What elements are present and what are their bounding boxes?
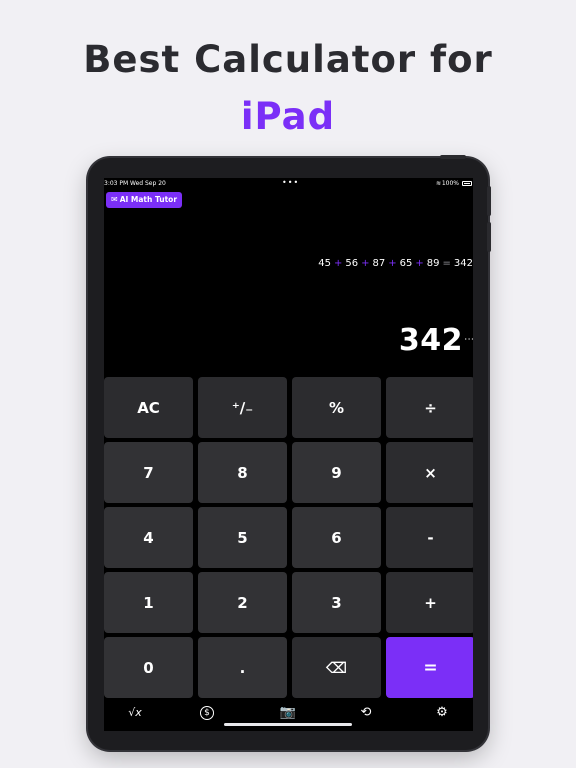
multitasking-dots[interactable]: ••• <box>282 178 299 187</box>
status-bar: 3:03 PM Wed Sep 20 ••• ≋ 100% <box>104 178 473 190</box>
currency-icon[interactable]: $ <box>200 706 214 720</box>
expression-history: 45 +56 +87 +65 +89 = 342 <box>318 258 473 269</box>
digit-7-button[interactable]: 7 <box>104 442 193 503</box>
bottom-toolbar: √x $ 📷 ⟲ ⚙ <box>104 700 473 731</box>
digit-0-button[interactable]: 0 <box>104 637 193 698</box>
digit-4-button[interactable]: 4 <box>104 507 193 568</box>
divide-button[interactable]: ÷ <box>386 377 473 438</box>
subtract-button[interactable]: - <box>386 507 473 568</box>
backspace-button[interactable]: ⌫ <box>292 637 381 698</box>
expression-operator: + <box>388 258 397 269</box>
expression-operator: + <box>361 258 370 269</box>
wifi-icon: ≋ <box>435 180 441 187</box>
history-icon[interactable]: ⟲ <box>355 704 377 722</box>
clear-button[interactable]: AC <box>104 377 193 438</box>
status-date: Wed Sep 20 <box>130 180 166 187</box>
digit-6-button[interactable]: 6 <box>292 507 381 568</box>
ipad-frame: 3:03 PM Wed Sep 20 ••• ≋ 100% ✉ AI Math T… <box>88 155 491 750</box>
digit-2-button[interactable]: 2 <box>198 572 287 633</box>
chat-bubbles-icon: ✉ <box>111 195 118 204</box>
expression-number: 45 <box>318 258 332 269</box>
digit-8-button[interactable]: 8 <box>198 442 287 503</box>
more-options-icon[interactable]: ⋮ <box>463 334 473 344</box>
home-indicator <box>224 723 352 726</box>
equals-button[interactable]: = <box>386 637 473 698</box>
digit-9-button[interactable]: 9 <box>292 442 381 503</box>
volume-down-button <box>487 222 491 252</box>
expression-number: 89 <box>426 258 440 269</box>
ai-math-tutor-label: AI Math Tutor <box>119 195 178 204</box>
calculator-screen: 3:03 PM Wed Sep 20 ••• ≋ 100% ✉ AI Math T… <box>104 178 473 731</box>
status-time: 3:03 PM <box>104 180 129 187</box>
percent-button[interactable]: % <box>292 377 381 438</box>
square-root-icon[interactable]: √x <box>124 704 146 722</box>
settings-icon[interactable]: ⚙ <box>431 704 453 722</box>
power-button <box>440 155 466 159</box>
expression-number: 56 <box>345 258 359 269</box>
expression-number: 342 <box>453 258 473 269</box>
digit-5-button[interactable]: 5 <box>198 507 287 568</box>
digit-3-button[interactable]: 3 <box>292 572 381 633</box>
digit-1-button[interactable]: 1 <box>104 572 193 633</box>
battery-icon <box>462 181 472 186</box>
headline-line-1: Best Calculator for <box>83 38 493 81</box>
result-display: 342 <box>398 323 463 358</box>
decimal-button[interactable]: . <box>198 637 287 698</box>
multiply-button[interactable]: × <box>386 442 473 503</box>
expression-operator: + <box>415 258 424 269</box>
expression-operator: + <box>334 258 343 269</box>
battery-percent: 100% <box>441 180 459 187</box>
camera-icon[interactable]: 📷 <box>277 704 299 722</box>
add-button[interactable]: + <box>386 572 473 633</box>
volume-up-button <box>487 186 491 216</box>
expression-operator: = <box>442 258 451 269</box>
ai-math-tutor-button[interactable]: ✉ AI Math Tutor <box>106 192 183 208</box>
expression-number: 87 <box>372 258 386 269</box>
headline-line-2: iPad <box>240 95 336 138</box>
sign-toggle-button[interactable]: ⁺∕₋ <box>198 377 287 438</box>
expression-number: 65 <box>399 258 413 269</box>
